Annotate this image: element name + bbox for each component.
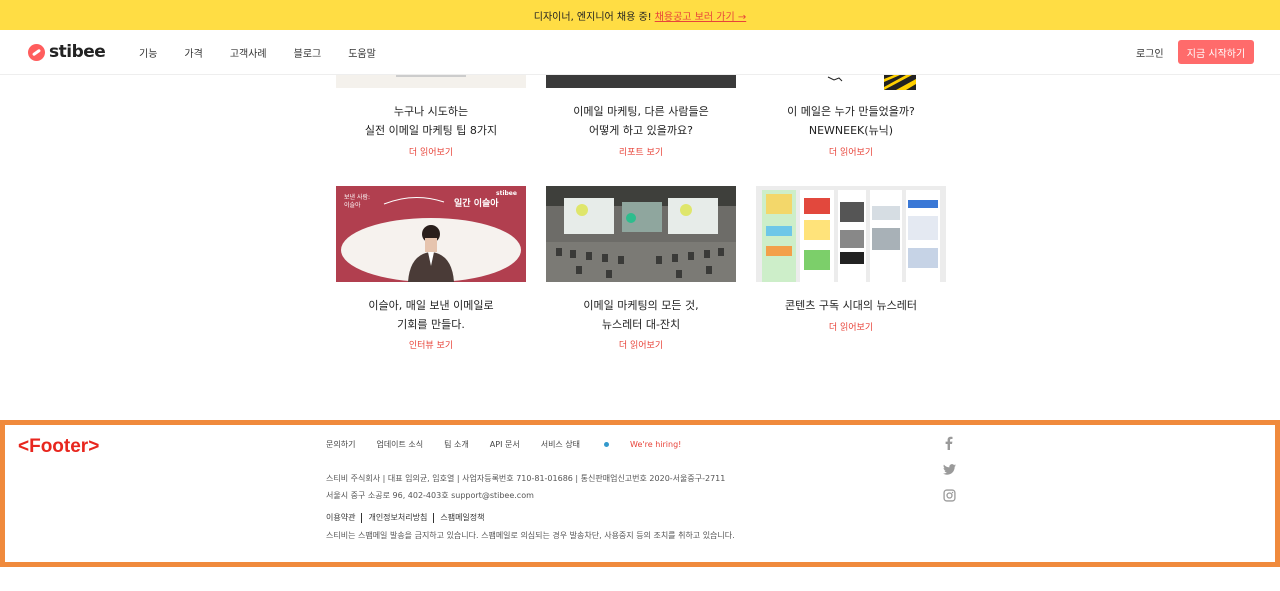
card-thumbnail[interactable] [546,75,736,88]
card-read-more-link[interactable]: 더 읽어보기 [336,145,526,158]
nav-item-help[interactable]: 도움말 [348,45,376,60]
nav-item-blog[interactable]: 블로그 [294,45,322,60]
footer-links: 문의하기 업데이트 소식 팀 소개 API 문서 서비스 상태 We're hi… [326,439,702,450]
start-now-button[interactable]: 지금 시작하기 [1178,40,1254,64]
login-link[interactable]: 로그인 [1136,45,1164,60]
card-read-more-link[interactable]: 더 읽어보기 [756,320,946,333]
card-title-line1: 누구나 시도하는 [393,105,469,118]
instagram-icon[interactable] [942,488,956,502]
facebook-icon[interactable] [942,436,956,450]
card-title-line1: 이 메일은 누가 만들었을까? [787,105,915,118]
company-address: 서울시 중구 소공로 96, 402-403호 support@stibee.c… [326,491,534,500]
announcement-bar: 디자이너, 엔지니어 채용 중! 채용공고 보러 가기 → [0,0,1280,30]
footer-link-service-status[interactable]: 서비스 상태 [540,439,610,450]
footer-link-privacy[interactable]: 개인정보처리방침 [368,513,435,523]
main-nav: 기능 가격 고객사례 블로그 도움말 [139,30,376,75]
footer-annotation-label: <Footer> [18,436,100,457]
thumb-title: 일간 이슬아 [454,199,499,209]
card-title-line2: 기회를 만들다. [397,318,465,331]
card-read-more-link[interactable]: 더 읽어보기 [756,145,946,158]
newsletter-collage-image [762,190,940,282]
card-title-line2: 실전 이메일 마케팅 팁 8가지 [364,124,498,137]
event-hall-image [546,186,736,282]
card-thumbnail-event[interactable] [546,186,736,282]
card-interview-link[interactable]: 인터뷰 보기 [336,338,526,351]
company-info: 스티비 주식회사 | 대표 임의균, 임호열 | 사업자등록번호 710-81-… [326,474,726,483]
thumb-sender-name: 이슬아 [344,202,361,209]
announcement-link[interactable]: 채용공고 보러 가기 → [655,8,747,23]
spam-notice: 스티비는 스팸메일 발송을 금지하고 있습니다. 스팸메일로 의심되는 경우 발… [326,531,735,540]
nav-item-features[interactable]: 기능 [139,45,157,60]
nav-item-pricing[interactable]: 가격 [184,45,202,60]
footer-link-team[interactable]: 팀 소개 [444,439,469,450]
card-title-line2: 어떻게 하고 있을까요? [589,124,693,137]
logo-text: stibee [49,42,106,62]
card-title-line2: 뉴스레터 대-잔치 [601,318,681,331]
service-status-label: 서비스 상태 [540,440,581,449]
footer-link-spam-policy[interactable]: 스팸메일정책 [440,513,490,523]
site-header: stibee 기능 가격 고객사례 블로그 도움말 로그인 지금 시작하기 [0,30,1280,75]
card-title-line2: NEWNEEK(뉴닉) [808,124,894,137]
footer-link-hiring[interactable]: We're hiring! [630,439,681,450]
card-report-link[interactable]: 리포트 보기 [546,145,736,158]
card-thumbnail-newsletters[interactable] [756,186,946,282]
footer-policies: 이용약관 개인정보처리방침 스팸메일정책 [326,513,497,523]
twitter-icon[interactable] [942,462,956,476]
announcement-text: 디자이너, 엔지니어 채용 중! [533,11,652,23]
card-title-line1: 이메일 마케팅의 모든 것, [583,299,699,312]
site-footer: <Footer> 문의하기 업데이트 소식 팀 소개 API 문서 서비스 상태… [0,420,1280,567]
thumb-brand: stibee [496,190,517,197]
card-title-line1: 이메일 마케팅, 다른 사람들은 [573,105,709,118]
nav-item-customers[interactable]: 고객사례 [230,45,267,60]
footer-link-api-docs[interactable]: API 문서 [490,439,520,450]
status-dot-icon [604,442,610,447]
footer-link-contact[interactable]: 문의하기 [326,439,355,450]
card-read-more-link[interactable]: 더 읽어보기 [546,338,736,351]
illustration-icon [827,75,916,90]
card-thumbnail[interactable] [336,75,526,88]
stibee-logo-icon [28,43,45,61]
card-title-line1: 콘텐츠 구독 시대의 뉴스레터 [785,299,917,312]
footer-link-updates[interactable]: 업데이트 소식 [376,439,423,450]
card-thumbnail-seula[interactable]: 보낸 사람: 이슬아 일간 이슬아 stibee [336,186,526,282]
card-title-line1: 이슬아, 매일 보낸 이메일로 [368,299,494,312]
footer-link-terms[interactable]: 이용약관 [326,513,363,523]
logo[interactable]: stibee [28,42,106,62]
card-thumbnail[interactable] [756,75,946,90]
